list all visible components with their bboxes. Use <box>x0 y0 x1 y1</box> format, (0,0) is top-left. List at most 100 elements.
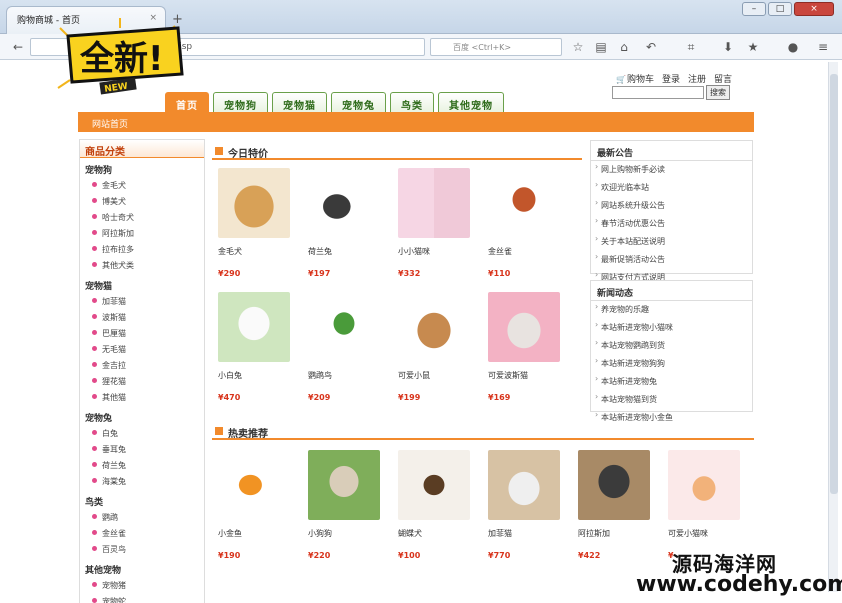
site-search-button[interactable]: 搜索 <box>706 85 730 100</box>
product-image[interactable] <box>488 292 560 362</box>
sidebar-item[interactable]: 金吉拉 <box>80 358 204 374</box>
news-item[interactable]: 关于本站配送说明 <box>591 233 752 251</box>
product-image[interactable] <box>308 168 380 238</box>
product-card[interactable]: 阿拉斯加 ¥422 <box>578 450 660 560</box>
close-window-button[interactable]: × <box>794 2 834 16</box>
sidebar-item[interactable]: 金毛犬 <box>80 178 204 194</box>
login-link[interactable]: 登录 <box>662 72 680 85</box>
product-card[interactable]: 加菲猫 ¥770 <box>488 450 570 560</box>
product-image[interactable] <box>488 168 560 238</box>
crop-icon[interactable]: ⌗ <box>683 39 699 55</box>
news-item[interactable]: 最新促销活动公告 <box>591 251 752 269</box>
product-card[interactable]: 金毛犬 ¥290 <box>218 168 300 278</box>
sidebar-item[interactable]: 博美犬 <box>80 194 204 210</box>
news-item[interactable]: 本站宠物猫到货 <box>591 391 752 409</box>
product-name[interactable]: 小狗狗 <box>308 528 390 539</box>
sidebar-item[interactable]: 波斯猫 <box>80 310 204 326</box>
download-icon[interactable]: ⬇ <box>720 39 736 55</box>
tab-birds[interactable]: 鸟类 <box>390 92 434 112</box>
news-item[interactable]: 养宠物的乐趣 <box>591 301 752 319</box>
product-image[interactable] <box>308 292 380 362</box>
product-image[interactable] <box>398 292 470 362</box>
back-icon[interactable]: ← <box>10 39 26 55</box>
product-name[interactable]: 阿拉斯加 <box>578 528 660 539</box>
sidebar-item[interactable]: 海棠兔 <box>80 474 204 490</box>
menu-icon[interactable]: ≡ <box>815 39 831 55</box>
news-item[interactable]: 本站新进宠物狗狗 <box>591 355 752 373</box>
product-name[interactable]: 蝴蝶犬 <box>398 528 480 539</box>
undo-icon[interactable]: ↶ <box>643 39 659 55</box>
product-image[interactable] <box>218 292 290 362</box>
product-card[interactable]: 小金鱼 ¥190 <box>218 450 300 560</box>
product-name[interactable]: 小金鱼 <box>218 528 300 539</box>
product-name[interactable]: 鹦鹉鸟 <box>308 370 390 381</box>
news-item[interactable]: 本站新进宠物兔 <box>591 373 752 391</box>
news-item[interactable]: 本站新进宠物小金鱼 <box>591 409 752 427</box>
product-card[interactable]: 可爱波斯猫 ¥169 <box>488 292 570 402</box>
sidebar-group[interactable]: 宠物狗 <box>80 158 204 178</box>
minimize-button[interactable]: – <box>742 2 766 16</box>
sidebar-group[interactable]: 宠物兔 <box>80 406 204 426</box>
sidebar-group[interactable]: 鸟类 <box>80 490 204 510</box>
product-image[interactable] <box>398 168 470 238</box>
product-card[interactable]: 小白兔 ¥470 <box>218 292 300 402</box>
tab-dogs[interactable]: 宠物狗 <box>213 92 268 112</box>
product-image[interactable] <box>218 168 290 238</box>
sidebar-item[interactable]: 鹦鹉 <box>80 510 204 526</box>
product-image[interactable] <box>398 450 470 520</box>
sidebar-item[interactable]: 白兔 <box>80 426 204 442</box>
product-card[interactable]: 金丝雀 ¥110 <box>488 168 570 278</box>
news-item[interactable]: 网上购物新手必读 <box>591 161 752 179</box>
extension-icon[interactable]: ★ <box>745 39 761 55</box>
product-card[interactable]: 可爱小鼠 ¥199 <box>398 292 480 402</box>
breadcrumb-home[interactable]: 网站首页 <box>92 117 128 130</box>
browser-search-input[interactable]: 百度 <Ctrl+K> <box>430 38 562 56</box>
product-image[interactable] <box>308 450 380 520</box>
sidebar-item[interactable]: 垂耳兔 <box>80 442 204 458</box>
sidebar-item[interactable]: 无毛猫 <box>80 342 204 358</box>
cart-link[interactable]: 购物车 <box>616 72 654 85</box>
tab-cats[interactable]: 宠物猫 <box>272 92 327 112</box>
product-card[interactable]: 可爱小猫咪 ¥ <box>668 450 750 560</box>
news-item[interactable]: 网站系统升级公告 <box>591 197 752 215</box>
product-name[interactable]: 荷兰兔 <box>308 246 390 257</box>
tab-others[interactable]: 其他宠物 <box>438 92 504 112</box>
product-image[interactable] <box>668 450 740 520</box>
bookmark-star-icon[interactable]: ☆ <box>570 39 586 55</box>
sidebar-item[interactable]: 阿拉斯加 <box>80 226 204 242</box>
tab-rabbits[interactable]: 宠物兔 <box>331 92 386 112</box>
news-item[interactable]: 春节活动优惠公告 <box>591 215 752 233</box>
product-image[interactable] <box>578 450 650 520</box>
product-name[interactable]: 金丝雀 <box>488 246 570 257</box>
sidebar-group[interactable]: 宠物猫 <box>80 274 204 294</box>
news-item[interactable]: 本站新进宠物小猫咪 <box>591 319 752 337</box>
product-card[interactable]: 荷兰兔 ¥197 <box>308 168 390 278</box>
profile-icon[interactable]: ● <box>785 39 801 55</box>
home-icon[interactable]: ⌂ <box>616 39 632 55</box>
sidebar-group[interactable]: 其他宠物 <box>80 558 204 578</box>
sidebar-item[interactable]: 加菲猫 <box>80 294 204 310</box>
product-name[interactable]: 加菲猫 <box>488 528 570 539</box>
sidebar-item[interactable]: 宠物猪 <box>80 578 204 594</box>
sidebar-item[interactable]: 百灵鸟 <box>80 542 204 558</box>
product-name[interactable]: 小小猫咪 <box>398 246 480 257</box>
site-search-input[interactable] <box>612 86 704 99</box>
product-name[interactable]: 可爱小鼠 <box>398 370 480 381</box>
product-name[interactable]: 可爱波斯猫 <box>488 370 570 381</box>
scrollbar-thumb[interactable] <box>830 74 838 494</box>
news-item[interactable]: 本站宠物鹦鹉到货 <box>591 337 752 355</box>
register-link[interactable]: 注册 <box>688 72 706 85</box>
sidebar-item[interactable]: 宠物蛇 <box>80 594 204 603</box>
news-item[interactable]: 欢迎光临本站 <box>591 179 752 197</box>
product-name[interactable]: 金毛犬 <box>218 246 300 257</box>
sidebar-item[interactable]: 其他犬类 <box>80 258 204 274</box>
sidebar-item[interactable]: 狸花猫 <box>80 374 204 390</box>
sidebar-item[interactable]: 金丝雀 <box>80 526 204 542</box>
product-card[interactable]: 小小猫咪 ¥332 <box>398 168 480 278</box>
product-image[interactable] <box>488 450 560 520</box>
product-name[interactable]: 小白兔 <box>218 370 300 381</box>
message-link[interactable]: 留言 <box>714 72 732 85</box>
sidebar-item[interactable]: 巴厘猫 <box>80 326 204 342</box>
product-name[interactable]: 可爱小猫咪 <box>668 528 750 539</box>
product-card[interactable]: 鹦鹉鸟 ¥209 <box>308 292 390 402</box>
